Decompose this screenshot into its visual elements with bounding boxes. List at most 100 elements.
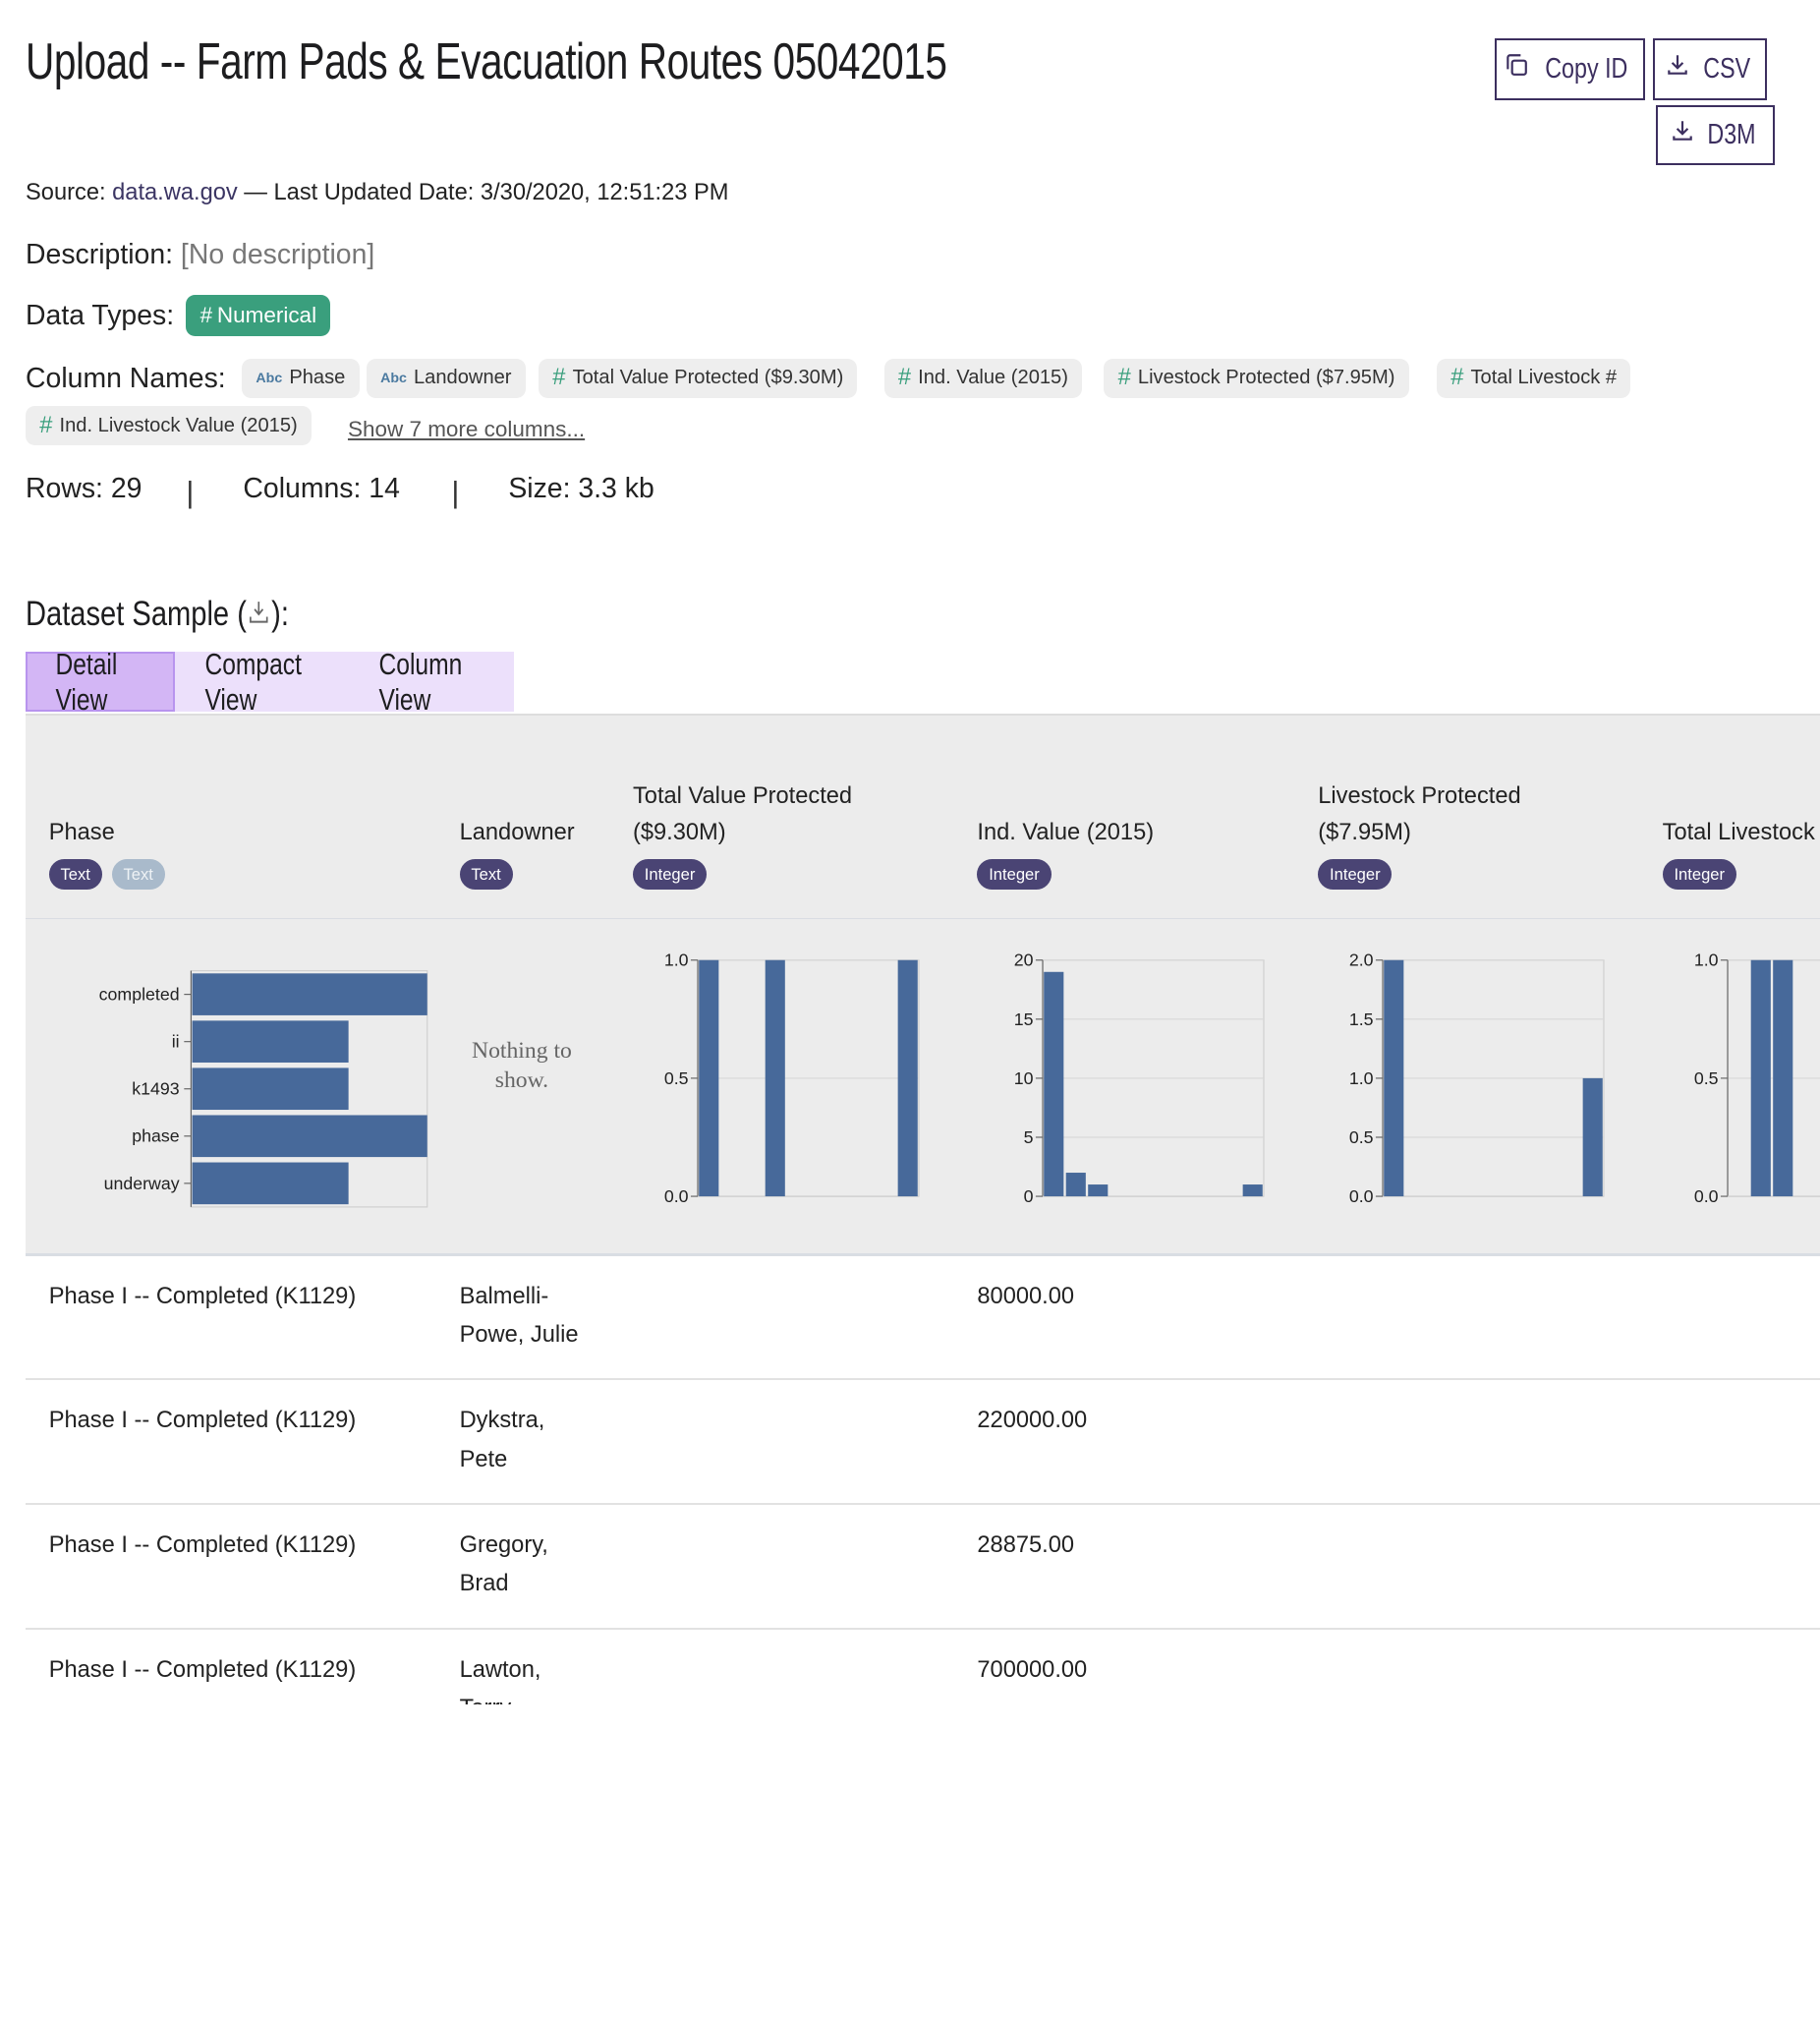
landowner-cell: Lawton, Terry	[460, 1651, 541, 1704]
header-label: ($7.95M)	[1318, 820, 1411, 846]
show-more-columns-link[interactable]: Show 7 more columns...	[348, 417, 585, 442]
column-chip-label: Total Livestock #	[1470, 367, 1618, 389]
column-header-total-value-protected[interactable]: Total Value Protected ($9.30M)	[633, 778, 852, 853]
y-tick-label: 0.0	[1349, 1186, 1374, 1206]
size-value: Size: 3.3 kb	[508, 472, 654, 504]
y-tick-label: 2.0	[1349, 951, 1374, 970]
phase-cell: Phase I -- Completed (K1129)	[48, 1532, 357, 1559]
landowner-line: Powe, Julie	[459, 1321, 579, 1348]
type-badge: Integer	[977, 859, 1052, 891]
numeric-type-icon: #	[1117, 365, 1131, 391]
table-row: Phase I -- Completed (K1129) Dykstra, Pet…	[26, 1380, 1820, 1506]
dataset-sample-label-end: ):	[271, 593, 289, 633]
histogram-bar	[1065, 1172, 1086, 1196]
rows-count: Rows: 29	[26, 472, 142, 504]
empty-message: Nothing to	[471, 1037, 572, 1064]
column-chip-label: Ind. Livestock Value (2015)	[59, 414, 298, 436]
csv-label: CSV	[1702, 52, 1750, 85]
tab-detail-view[interactable]: Detail View	[26, 647, 175, 717]
header-label: ($9.30M)	[632, 820, 726, 846]
column-header-ind-value[interactable]: Ind. Value (2015)	[977, 815, 1154, 852]
histogram-bar	[1750, 959, 1771, 1196]
y-tick-label: 5	[1023, 1127, 1033, 1147]
numeric-type-icon: #	[1450, 365, 1464, 391]
d3m-download-button[interactable]: D3M	[1655, 104, 1776, 166]
total-livestock-histogram: 0.0 0.5 1.0	[1694, 951, 1820, 1206]
header-label: Livestock Protected	[1318, 782, 1521, 809]
histogram-bar	[1087, 1183, 1108, 1196]
bar	[192, 1115, 427, 1157]
landowner-line: Gregory,	[459, 1532, 548, 1559]
y-tick-label: 10	[1013, 1068, 1033, 1088]
histogram-bar	[1384, 959, 1404, 1196]
livestock-protected-histogram: 0.0 0.5 1.0 1.5 2.0	[1349, 951, 1606, 1206]
text-type-icon: Abc	[256, 370, 283, 386]
download-icon	[1670, 118, 1695, 151]
column-chip-label: Phase	[289, 367, 346, 389]
copy-id-button[interactable]: Copy ID	[1495, 38, 1645, 100]
description-line: Description: [No description]	[26, 239, 374, 271]
bar	[192, 1162, 349, 1204]
column-header-livestock-protected[interactable]: Livestock Protected ($7.95M)	[1318, 778, 1520, 853]
histogram-bar	[1773, 959, 1793, 1196]
bar	[192, 972, 427, 1015]
type-badge: Integer	[1662, 859, 1736, 891]
column-header-landowner[interactable]: Landowner	[460, 815, 575, 852]
y-tick-label: completed	[98, 984, 179, 1004]
y-tick-label: 0.0	[664, 1186, 689, 1206]
phase-cell: Phase I -- Completed (K1129)	[48, 1656, 357, 1683]
landowner-line: Brad	[459, 1571, 509, 1597]
table-header: Phase Text Text Landowner Text Total Val…	[26, 713, 1820, 921]
landowner-cell: Dykstra, Pete	[460, 1402, 545, 1478]
ind-value-cell: 80000.00	[977, 1283, 1075, 1309]
description-label: Description:	[26, 238, 174, 270]
csv-download-button[interactable]: CSV	[1653, 38, 1768, 100]
landowner-empty-chart: Nothing to show.	[456, 1036, 588, 1097]
y-tick-label: 0	[1023, 1186, 1033, 1206]
download-icon	[1665, 52, 1690, 86]
download-icon[interactable]	[247, 596, 271, 636]
y-tick-label: underway	[103, 1173, 179, 1192]
type-badge: Text	[111, 859, 165, 891]
y-tick-label: 0.0	[1694, 1186, 1719, 1206]
header-label: Total Livestock	[1662, 820, 1815, 846]
column-chip-label: Total Value Protected ($9.30M)	[572, 367, 844, 389]
bar	[192, 1020, 349, 1063]
tab-label: Column View	[378, 646, 462, 717]
last-updated: — Last Updated Date: 3/30/2020, 12:51:23…	[237, 180, 729, 206]
numeric-type-icon: #	[552, 365, 566, 391]
stats-divider: |	[186, 474, 195, 509]
source-link[interactable]: data.wa.gov	[112, 180, 238, 205]
tab-label: Compact View	[204, 646, 303, 717]
page-title: Upload -- Farm Pads & Evacuation Routes …	[26, 33, 947, 91]
phase-cell: Phase I -- Completed (K1129)	[48, 1283, 357, 1309]
column-summary-charts: completed ii k1493 phase underway Nothing to…	[26, 919, 1820, 1256]
data-types-label: Data Types:	[26, 300, 175, 332]
copy-icon	[1504, 52, 1529, 86]
copy-id-label: Copy ID	[1545, 52, 1628, 85]
header-label: Phase	[48, 820, 115, 846]
column-header-total-livestock[interactable]: Total Livestock	[1663, 815, 1815, 852]
tab-column-view[interactable]: Column View	[349, 647, 514, 717]
histogram-bar	[897, 959, 919, 1196]
y-tick-label: 15	[1013, 1009, 1033, 1029]
bar	[192, 1067, 349, 1110]
y-tick-label: 20	[1013, 951, 1033, 970]
y-tick-label: 0.5	[1349, 1127, 1374, 1147]
column-chip: Abc Phase	[242, 358, 360, 398]
tab-label: Detail View	[55, 646, 117, 717]
d3m-label: D3M	[1707, 118, 1756, 150]
description-value: [No description]	[180, 238, 375, 270]
type-badge: Text	[48, 859, 102, 891]
landowner-line: Balmelli-	[459, 1283, 549, 1309]
column-chip-label: Landowner	[414, 367, 512, 389]
table-row: Phase I -- Completed (K1129) Balmelli- Po…	[26, 1257, 1820, 1380]
column-header-phase[interactable]: Phase	[49, 815, 115, 852]
columns-count: Columns: 14	[243, 472, 400, 504]
landowner-line: Lawton,	[459, 1656, 541, 1683]
type-badge: Text	[459, 859, 513, 891]
y-tick-label: 1.0	[664, 951, 689, 970]
column-chip: # Total Livestock #	[1436, 358, 1631, 398]
tab-compact-view[interactable]: Compact View	[175, 647, 350, 717]
table-row: Phase I -- Completed (K1129) Lawton, Terr…	[26, 1631, 1820, 1704]
